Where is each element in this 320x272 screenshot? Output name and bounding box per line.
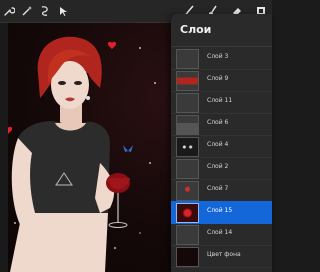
layer-row[interactable]: Слой 7: [171, 179, 272, 202]
layer-thumbnail: [176, 115, 199, 135]
layer-row[interactable]: Слой 4: [171, 135, 272, 158]
layer-row[interactable]: Слой 6: [171, 113, 272, 136]
layer-name: Цвет фона: [207, 251, 241, 258]
layer-row[interactable]: Слой 3: [171, 47, 272, 70]
layer-row[interactable]: Слой 14: [171, 223, 272, 246]
layer-row[interactable]: Слой 2: [171, 157, 272, 180]
layer-thumbnail: [176, 181, 199, 201]
layers-panel-title: Слои: [180, 23, 212, 36]
layer-name: Слой 9: [207, 75, 229, 82]
layer-thumbnail: [176, 159, 199, 179]
toolbar-left-group: [2, 0, 70, 22]
selection-icon[interactable]: [38, 3, 52, 19]
layer-name: Слой 3: [207, 53, 229, 60]
layer-name: Слой 2: [207, 163, 229, 170]
layer-name: Слой 11: [207, 97, 233, 104]
layer-row[interactable]: Слой 11: [171, 91, 272, 114]
layer-name: Слой 14: [207, 229, 233, 236]
layer-name: Слой 15: [207, 207, 233, 214]
magic-wand-icon[interactable]: [20, 3, 34, 19]
layer-row[interactable]: Цвет фона: [171, 245, 272, 268]
layer-row-active[interactable]: Слой 15: [171, 201, 272, 224]
layer-thumbnail: [176, 93, 199, 113]
layer-name: Слой 6: [207, 119, 229, 126]
layer-thumbnail: [176, 49, 199, 69]
side-tool-rail[interactable]: [0, 23, 8, 272]
layers-panel-header: Слои: [171, 14, 272, 47]
layers-panel: Слои Слой 3 Слой 9 Слой 11 Слой 6 Слой 4…: [171, 14, 272, 272]
layer-thumbnail: [176, 203, 199, 223]
layer-thumbnail: [176, 225, 199, 245]
layer-thumbnail: [176, 71, 199, 91]
layer-thumbnail: [176, 137, 199, 157]
layer-name: Слой 7: [207, 185, 229, 192]
wrench-icon[interactable]: [2, 3, 16, 19]
layer-name: Слой 4: [207, 141, 229, 148]
layer-thumbnail: [176, 247, 199, 267]
transform-arrow-icon[interactable]: [56, 3, 70, 19]
layer-row[interactable]: Слой 9: [171, 69, 272, 92]
